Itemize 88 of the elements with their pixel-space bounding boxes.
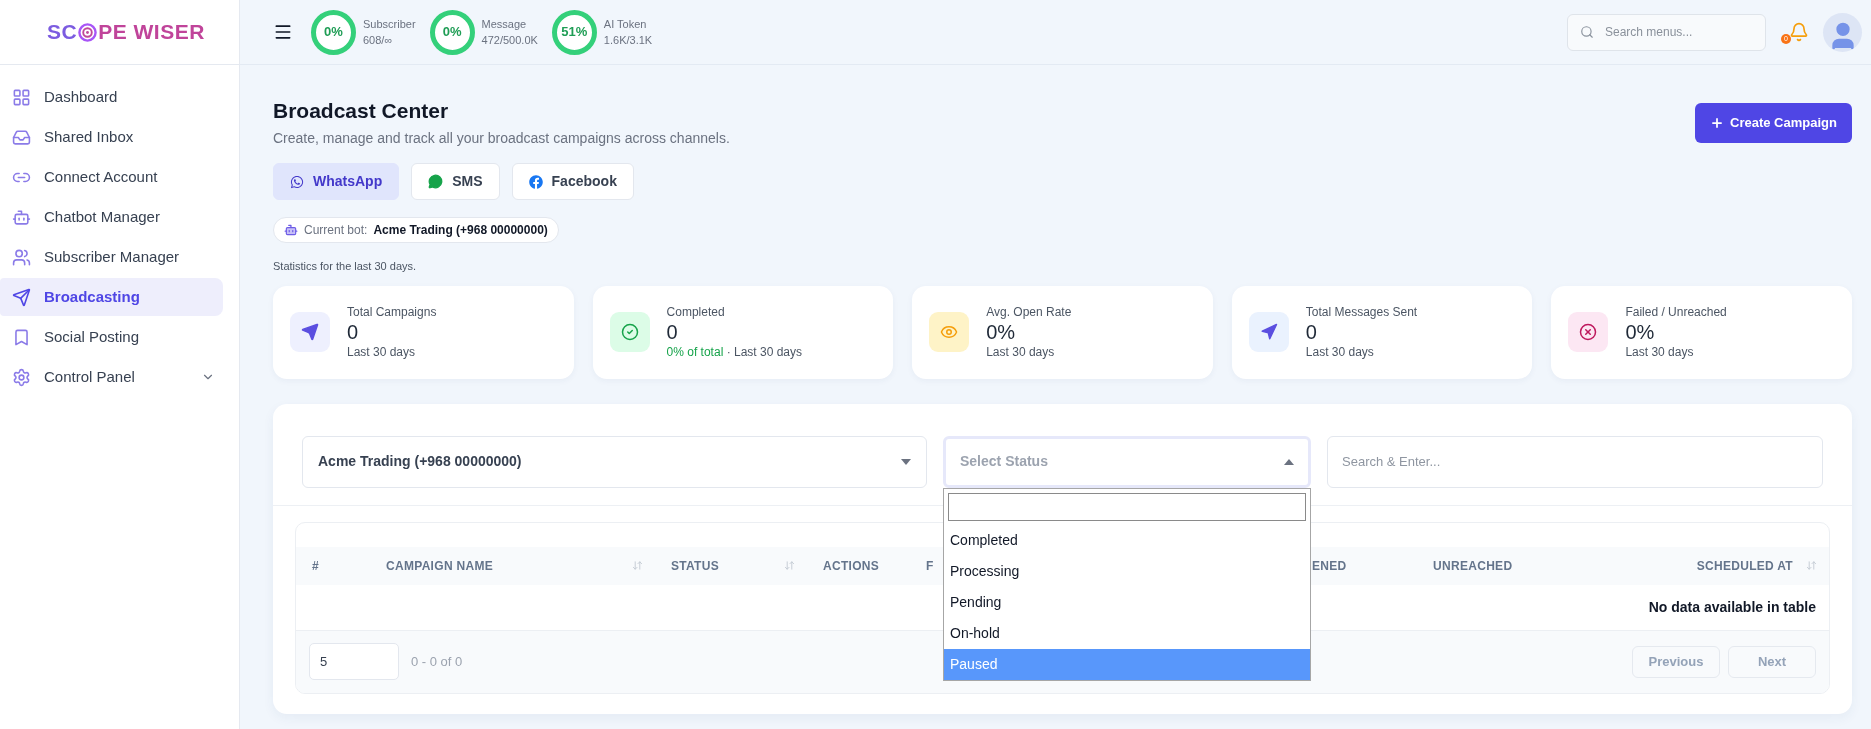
usage-label: Subscriber (363, 17, 416, 32)
column-header: F (926, 557, 934, 575)
status-option[interactable]: Processing (944, 555, 1310, 587)
stat-value: 0 (347, 320, 360, 344)
logo[interactable]: SC PE WISER (47, 16, 205, 48)
caret-icon (901, 458, 911, 465)
whatsapp-icon (290, 174, 304, 189)
robot-icon (284, 223, 298, 237)
robot-icon (12, 207, 31, 227)
stat-title: Completed (666, 304, 726, 320)
stat-value: 0% (1625, 320, 1656, 344)
column-header: ENED (1312, 557, 1347, 575)
column-header[interactable]: CAMPAIGN NAME (386, 556, 493, 575)
sidebar-item[interactable]: Shared Inbox (0, 118, 223, 156)
x-circle-icon (1579, 323, 1598, 341)
stat-value: 0 (666, 320, 679, 344)
stat-note: Last 30 days (1625, 344, 1695, 360)
usage-ring: 51% (551, 9, 597, 55)
sidebar-item[interactable]: Broadcasting (0, 278, 223, 316)
stat-title: Total Messages Sent (1305, 304, 1418, 320)
current-bot-value: Acme Trading (+968 00000000) (373, 222, 548, 239)
empty-table-message: No data available in table (1648, 597, 1816, 617)
sidebar-item[interactable]: Subscriber Manager (0, 238, 223, 276)
column-header: ACTIONS (823, 557, 880, 575)
facebook-icon (528, 174, 543, 189)
bot-select[interactable]: Acme Trading (+968 00000000) (302, 435, 927, 488)
statistics-note: Statistics for the last 30 days. (273, 259, 418, 274)
sort-icon[interactable] (632, 560, 643, 571)
create-campaign-button[interactable]: Create Campaign (1695, 103, 1852, 143)
usage-value: 472/500.0K (481, 33, 538, 48)
table-search-field[interactable]: Search & Enter... (1327, 435, 1823, 488)
sort-icon[interactable] (784, 560, 795, 571)
status-option[interactable]: On-hold (944, 617, 1310, 649)
stat-note: Last 30 days (986, 344, 1056, 360)
stat-value: 0% (986, 320, 1017, 344)
usage-ring: 0% (429, 9, 475, 55)
send-icon (12, 287, 31, 307)
usage-label: AI Token (603, 17, 648, 32)
stat-note: 0% of total · Last 30 days (666, 344, 802, 360)
eye-icon (940, 323, 959, 341)
status-option[interactable]: Pending (944, 586, 1310, 618)
bookmark-icon (12, 327, 31, 347)
settings-icon (12, 367, 31, 387)
paper-plane-icon (301, 323, 319, 341)
avatar[interactable] (1823, 12, 1862, 52)
menu-icon[interactable] (273, 22, 293, 42)
chat-bubble-icon (428, 174, 444, 189)
channel-tab[interactable]: SMS (411, 163, 500, 200)
page-range: 0 - 0 of 0 (411, 652, 463, 671)
stat-title: Failed / Unreached (1625, 304, 1727, 320)
page-subtitle: Create, manage and track all your broadcast campaigns across channels. (273, 129, 730, 148)
column-header: UNREACHED (1433, 557, 1513, 575)
channel-tab[interactable]: WhatsApp (273, 163, 400, 200)
grid-icon (12, 87, 31, 107)
sidebar-item[interactable]: Connect Account (0, 158, 223, 196)
sidebar-item[interactable]: Chatbot Manager (0, 198, 223, 236)
plus-icon (1710, 116, 1725, 130)
caret-icon (1284, 458, 1294, 465)
column-header[interactable]: SCHEDULED AT (1696, 556, 1793, 575)
search-icon (1580, 24, 1594, 39)
stat-title: Total Campaigns (347, 304, 437, 320)
inbox-icon (12, 127, 31, 147)
sidebar-item[interactable]: Dashboard (0, 78, 223, 116)
stat-note: Last 30 days (1305, 344, 1375, 360)
current-bot-label: Current bot: (304, 222, 368, 239)
page-title: Broadcast Center (273, 98, 450, 124)
status-option[interactable]: Completed (944, 524, 1310, 556)
usage-value: 1.6K/3.1K (603, 33, 653, 48)
column-header[interactable]: STATUS (671, 556, 720, 575)
sidebar-item[interactable]: Control Panel (0, 358, 223, 396)
stat-value: 0 (1305, 320, 1318, 344)
search-field[interactable]: Search menus... (1567, 13, 1766, 51)
bell-icon[interactable] (1789, 22, 1809, 42)
users-icon (12, 247, 31, 267)
dropdown-search-field[interactable] (948, 492, 1306, 521)
page-size-field[interactable]: 5 (309, 643, 399, 680)
usage-ring: 0% (311, 9, 356, 55)
target-icon (78, 22, 98, 42)
sidebar-item[interactable]: Social Posting (0, 318, 223, 356)
navigation-arrow-icon (1259, 323, 1278, 341)
usage-label: Message (481, 17, 528, 32)
check-circle-icon (620, 323, 639, 341)
column-header: # (312, 557, 319, 575)
stat-note: Last 30 days (347, 344, 417, 360)
sort-icon[interactable] (1806, 560, 1817, 571)
stat-title: Avg. Open Rate (986, 304, 1072, 320)
usage-value: 608/∞ (363, 33, 394, 48)
channel-tab[interactable]: Facebook (511, 163, 634, 200)
